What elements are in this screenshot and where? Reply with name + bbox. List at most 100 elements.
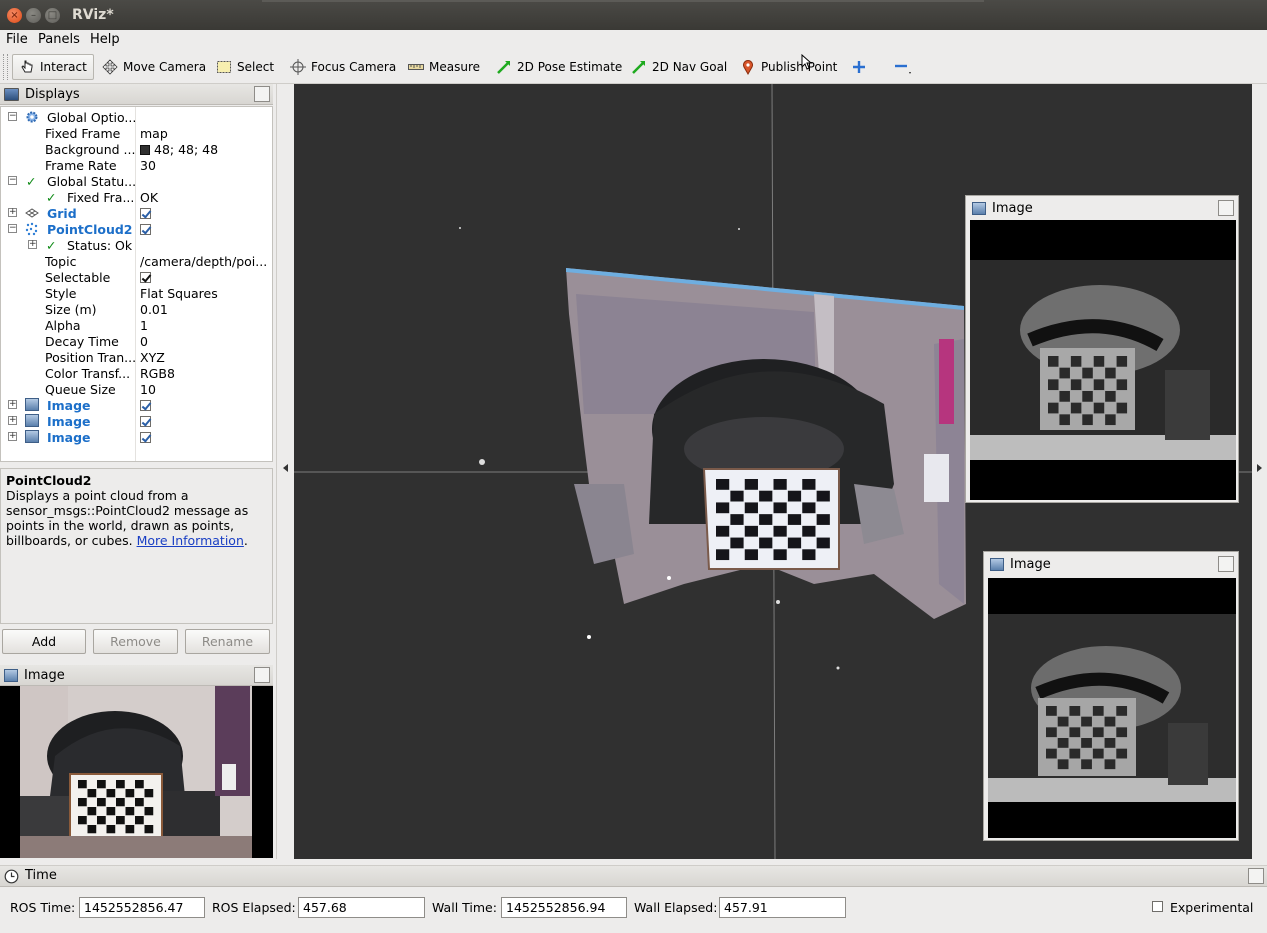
wall-elapsed-field[interactable]: 457.91 bbox=[719, 897, 846, 918]
experimental-checkbox[interactable] bbox=[1152, 901, 1163, 912]
wall-time-field[interactable]: 1452552856.94 bbox=[501, 897, 627, 918]
size-value[interactable]: 0.01 bbox=[140, 302, 270, 317]
menu-help[interactable]: Help bbox=[90, 32, 120, 47]
maximize-window-button[interactable]: □ bbox=[45, 8, 60, 23]
menu-file[interactable]: File bbox=[6, 32, 28, 47]
remove-display-button[interactable]: Remove bbox=[93, 629, 178, 654]
tree-row-selectable[interactable]: Selectable bbox=[1, 269, 272, 285]
collapse-left-icon[interactable] bbox=[283, 464, 288, 472]
rename-display-button[interactable]: Rename bbox=[185, 629, 270, 654]
pose-estimate-tool-button[interactable]: 2D Pose Estimate bbox=[490, 54, 628, 80]
decay-value[interactable]: 0 bbox=[140, 334, 270, 349]
measure-tool-button[interactable]: Measure bbox=[402, 54, 486, 80]
toolbar-grip[interactable] bbox=[3, 54, 8, 80]
tree-row-status-ok[interactable]: + ✓ Status: Ok bbox=[1, 237, 272, 253]
minimize-window-button[interactable]: – bbox=[26, 8, 41, 23]
remove-tool-button[interactable] bbox=[887, 54, 919, 80]
collapse-right-icon[interactable] bbox=[1257, 464, 1262, 472]
interact-tool-button[interactable]: Interact bbox=[12, 54, 94, 80]
tree-row-size[interactable]: Size (m) 0.01 bbox=[1, 301, 272, 317]
ros-time-field[interactable]: 1452552856.47 bbox=[79, 897, 205, 918]
focus-camera-tool-button[interactable]: Focus Camera bbox=[284, 54, 402, 80]
tree-row-topic[interactable]: Topic /camera/depth/poi... bbox=[1, 253, 272, 269]
tree-row-alpha[interactable]: Alpha 1 bbox=[1, 317, 272, 333]
grid-enabled[interactable] bbox=[140, 206, 270, 221]
undock-button[interactable] bbox=[254, 86, 270, 102]
move-camera-tool-button[interactable]: Move Camera bbox=[96, 54, 212, 80]
tree-row-style[interactable]: Style Flat Squares bbox=[1, 285, 272, 301]
tree-row-image-3[interactable]: + Image bbox=[1, 429, 272, 445]
property-value[interactable]: map bbox=[140, 126, 270, 141]
enable-checkbox[interactable] bbox=[140, 416, 151, 427]
checkerboard-square bbox=[1116, 706, 1128, 716]
expand-toggle[interactable]: + bbox=[8, 400, 17, 409]
tree-row-fixed-frame-status[interactable]: ✓ Fixed Fra... OK bbox=[1, 189, 272, 205]
enable-checkbox[interactable] bbox=[140, 208, 151, 219]
floating-image-window-1[interactable]: Image bbox=[965, 195, 1239, 503]
undock-button[interactable] bbox=[1218, 200, 1234, 216]
tree-row-global-options[interactable]: − Global Optio... bbox=[1, 109, 272, 125]
undock-button[interactable] bbox=[1248, 868, 1264, 884]
tree-row-image-2[interactable]: + Image bbox=[1, 413, 272, 429]
enable-checkbox[interactable] bbox=[140, 432, 151, 443]
add-tool-button[interactable] bbox=[845, 54, 873, 80]
selectable-checkbox[interactable] bbox=[140, 272, 151, 283]
expand-toggle[interactable]: + bbox=[8, 208, 17, 217]
tree-row-decay-time[interactable]: Decay Time 0 bbox=[1, 333, 272, 349]
collapse-toggle[interactable]: − bbox=[8, 112, 17, 121]
ir-camera-image bbox=[988, 578, 1236, 838]
expand-toggle[interactable]: + bbox=[8, 432, 17, 441]
collapse-toggle[interactable]: − bbox=[8, 224, 17, 233]
color-transformer-value[interactable]: RGB8 bbox=[140, 366, 270, 381]
select-box-icon bbox=[217, 61, 231, 73]
expand-toggle[interactable]: + bbox=[28, 240, 37, 249]
tree-row-global-status[interactable]: − ✓ Global Statu... bbox=[1, 173, 272, 189]
queue-size-value[interactable]: 10 bbox=[140, 382, 270, 397]
enable-checkbox[interactable] bbox=[140, 224, 151, 235]
checkerboard-square bbox=[1092, 727, 1104, 738]
image-enabled[interactable] bbox=[140, 398, 270, 413]
checkerboard-square bbox=[1057, 716, 1069, 727]
image-display-label: Image bbox=[47, 430, 91, 445]
floating-image-window-2[interactable]: Image bbox=[983, 551, 1239, 841]
checkerboard-square bbox=[135, 780, 144, 789]
alpha-value[interactable]: 1 bbox=[140, 318, 270, 333]
tree-row-queue-size[interactable]: Queue Size 10 bbox=[1, 381, 272, 397]
collapse-toggle[interactable]: − bbox=[8, 176, 17, 185]
enable-checkbox[interactable] bbox=[140, 400, 151, 411]
image-enabled[interactable] bbox=[140, 414, 270, 429]
checkerboard-square bbox=[802, 479, 816, 490]
undock-button[interactable] bbox=[254, 667, 270, 683]
tree-row-color-transformer[interactable]: Color Transf... RGB8 bbox=[1, 365, 272, 381]
checkerboard-square bbox=[78, 798, 87, 807]
menu-panels[interactable]: Panels bbox=[38, 32, 80, 47]
floating-image-title: Image bbox=[1010, 556, 1051, 572]
pointcloud2-enabled[interactable] bbox=[140, 222, 270, 237]
nav-goal-tool-button[interactable]: 2D Nav Goal bbox=[625, 54, 733, 80]
select-tool-button[interactable]: Select bbox=[210, 54, 280, 80]
ros-elapsed-field[interactable]: 457.68 bbox=[298, 897, 425, 918]
tree-row-frame-rate[interactable]: Frame Rate 30 bbox=[1, 157, 272, 173]
checkerboard-square bbox=[87, 807, 97, 816]
undock-button[interactable] bbox=[1218, 556, 1234, 572]
publish-point-tool-button[interactable]: Publish Point bbox=[734, 54, 843, 80]
tree-row-position-transformer[interactable]: Position Tran... XYZ bbox=[1, 349, 272, 365]
topic-value[interactable]: /camera/depth/poi... bbox=[140, 254, 270, 269]
add-display-button[interactable]: Add bbox=[2, 629, 86, 654]
style-value[interactable]: Flat Squares bbox=[140, 286, 270, 301]
color-swatch[interactable] bbox=[140, 145, 150, 155]
expand-toggle[interactable]: + bbox=[8, 416, 17, 425]
position-transformer-value[interactable]: XYZ bbox=[140, 350, 270, 365]
tree-row-pointcloud2[interactable]: − PointCloud2 bbox=[1, 221, 272, 237]
tree-row-grid[interactable]: + Grid bbox=[1, 205, 272, 221]
tree-row-background-color[interactable]: Background ... 48; 48; 48 bbox=[1, 141, 272, 157]
more-information-link[interactable]: More Information bbox=[137, 533, 244, 548]
image-enabled[interactable] bbox=[140, 430, 270, 445]
checkerboard-square bbox=[773, 525, 787, 537]
tree-row-image-1[interactable]: + Image bbox=[1, 397, 272, 413]
tree-row-fixed-frame[interactable]: Fixed Frame map bbox=[1, 125, 272, 141]
close-window-button[interactable]: × bbox=[7, 8, 22, 23]
selectable-value[interactable] bbox=[140, 270, 270, 285]
property-value[interactable]: 30 bbox=[140, 158, 270, 173]
property-value[interactable]: 48; 48; 48 bbox=[140, 142, 270, 157]
